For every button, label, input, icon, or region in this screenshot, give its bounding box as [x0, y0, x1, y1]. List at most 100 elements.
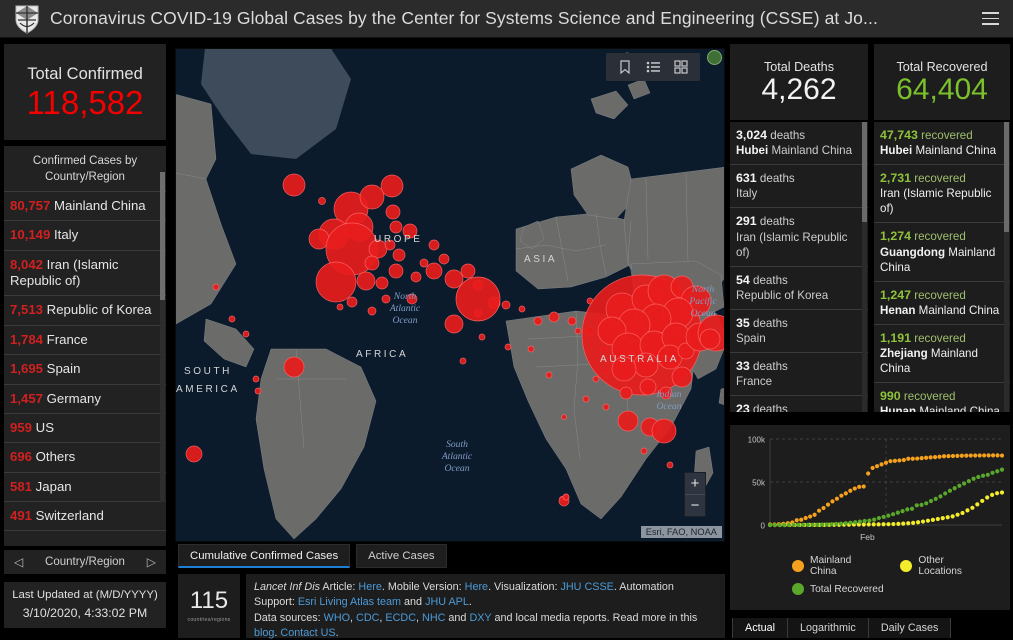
death-unit: deaths: [753, 316, 788, 330]
chevron-left-icon[interactable]: ◁: [14, 555, 23, 569]
chart-tab-2[interactable]: Logarithmic: [788, 618, 869, 638]
total-confirmed-value: 118,582: [26, 84, 144, 121]
list-item[interactable]: 1,695 Spain: [4, 354, 166, 383]
countries-affected-counter: 115 countries/regions: [178, 574, 240, 638]
link-who[interactable]: WHO: [324, 612, 350, 624]
deaths-list-scrollbar[interactable]: [862, 122, 867, 412]
table-row[interactable]: 1,247 recovered Henan Mainland China: [874, 282, 1010, 325]
svg-text:50k: 50k: [752, 479, 766, 488]
list-item[interactable]: 400 Norway: [4, 530, 166, 539]
legend-label: Other Locations: [918, 555, 963, 577]
country-name: Japan: [32, 478, 72, 494]
table-row[interactable]: 2,731 recovered Iran (Islamic Republic o…: [874, 165, 1010, 224]
list-item[interactable]: 8,042 Iran (Islamic Republic of): [4, 249, 166, 296]
map-tab-2[interactable]: Active Cases: [356, 544, 447, 568]
country-name: Spain: [43, 361, 81, 377]
legend-item[interactable]: Total Recovered: [792, 583, 884, 595]
link-contact-us[interactable]: Contact US: [280, 627, 335, 639]
link-nhc[interactable]: NHC: [422, 612, 445, 624]
legend-color-dot: [900, 560, 913, 572]
gallery-grid-icon[interactable]: [674, 60, 688, 74]
chart-tab-3[interactable]: Daily Cases: [868, 618, 952, 638]
svg-text:0: 0: [761, 522, 766, 531]
list-item[interactable]: 80,757 Mainland China: [4, 191, 166, 220]
table-row[interactable]: 47,743 recovered Hubei Mainland China: [874, 122, 1010, 166]
last-updated-value: 3/10/2020, 4:33:02 PM: [22, 606, 148, 621]
death-count: 54: [736, 272, 750, 287]
location-name: Mainland China: [918, 303, 1000, 317]
jhu-shield-icon: [14, 4, 40, 34]
map-tab-1[interactable]: Cumulative Confirmed Cases: [178, 544, 351, 568]
map-toolbar[interactable]: [606, 53, 700, 81]
table-row[interactable]: 23 deathsWashington US: [730, 396, 868, 412]
country-name: Others: [32, 449, 76, 465]
link-jhu-csse[interactable]: JHU CSSE: [560, 581, 613, 593]
province-name: Guangdong: [880, 245, 946, 259]
legend-item[interactable]: Other Locations: [900, 555, 990, 577]
total-deaths-value: 4,262: [761, 72, 837, 106]
zoom-in-button[interactable]: +: [685, 473, 705, 495]
list-item[interactable]: 959 US: [4, 412, 166, 442]
list-item[interactable]: 491 Switzerland: [4, 500, 166, 530]
list-item[interactable]: 1,784 France: [4, 324, 166, 354]
world-map[interactable]: North Atlantic Ocean South Atlantic Ocean In…: [175, 48, 725, 542]
legend-list-icon[interactable]: [646, 60, 660, 74]
cumulative-cases-chart[interactable]: 0 50k 100k Feb Mainland China Other Location…: [730, 425, 1010, 610]
list-item[interactable]: 581 Japan: [4, 471, 166, 501]
case-count: 400: [10, 537, 32, 539]
map-zoom-controls[interactable]: + −: [684, 472, 706, 517]
table-row[interactable]: 1,191 recovered Zhejiang Mainland China: [874, 325, 1010, 384]
recovered-unit: recovered: [903, 390, 956, 404]
zoom-out-button[interactable]: −: [685, 495, 705, 516]
legend-row: Mainland China Other Locations: [730, 555, 1010, 577]
table-row[interactable]: 1,274 recovered Guangdong Mainland China: [874, 223, 1010, 282]
table-row[interactable]: 990 recovered Hunan Mainland China: [874, 383, 1010, 412]
list-item[interactable]: 10,149 Italy: [4, 220, 166, 249]
chart-tab-1[interactable]: Actual: [732, 618, 789, 638]
confirmed-list-scrollbar[interactable]: [160, 172, 165, 502]
chart-plot-area: 0 50k 100k Feb: [748, 436, 1005, 542]
case-count: 959: [10, 419, 33, 435]
table-row[interactable]: 291 deaths Iran (Islamic Republic of): [730, 208, 868, 267]
list-item[interactable]: 1,457 Germany: [4, 383, 166, 413]
hamburger-menu-icon[interactable]: [973, 0, 1007, 38]
map-location-marker-icon[interactable]: [707, 50, 722, 65]
deaths-list[interactable]: 3,024 deaths Hubei Mainland China 631 deat…: [730, 122, 868, 412]
table-row[interactable]: 631 deaths Italy: [730, 165, 868, 209]
link-cdc[interactable]: CDC: [356, 612, 379, 624]
list-item[interactable]: 696 Others: [4, 442, 166, 471]
recovered-count: 1,274: [880, 229, 912, 244]
last-updated-label: Last Updated at (M/D/YYYY): [12, 589, 158, 602]
link-here-1[interactable]: Here: [358, 581, 381, 593]
case-count: 80,757: [10, 198, 51, 214]
page-title: Coronavirus COVID-19 Global Cases by the…: [50, 8, 878, 28]
country-name: Germany: [43, 390, 101, 406]
link-jhu-apl[interactable]: JHU APL: [425, 596, 469, 608]
table-row[interactable]: 3,024 deaths Hubei Mainland China: [730, 122, 868, 166]
confirmed-country-list[interactable]: 80,757 Mainland China 10,149 Italy 8,042 I…: [4, 191, 166, 539]
province-name: Zhejiang: [880, 347, 928, 360]
chevron-right-icon[interactable]: ▷: [147, 555, 156, 569]
country-name: Italy: [50, 227, 79, 243]
country-region-selector-label: Country/Region: [45, 556, 125, 568]
link-dxy[interactable]: DXY: [469, 612, 491, 624]
province-name: Hubei: [880, 144, 913, 158]
link-blog[interactable]: blog: [254, 627, 274, 639]
link-here-2[interactable]: Here: [465, 581, 488, 593]
list-item[interactable]: 7,513 Republic of Korea: [4, 295, 166, 324]
country-region-selector[interactable]: ◁ Country/Region ▷: [4, 550, 166, 574]
table-row[interactable]: 33 deaths France: [730, 353, 868, 397]
death-unit: deaths: [770, 129, 806, 142]
recovered-list[interactable]: 47,743 recovered Hubei Mainland China 2,73…: [874, 122, 1010, 412]
table-row[interactable]: 35 deaths Spain: [730, 310, 868, 353]
chart-tab-bar[interactable]: Actual Logarithmic Daily Cases: [732, 618, 952, 638]
recovered-list-scrollbar[interactable]: [1004, 122, 1009, 412]
link-esri-living-atlas[interactable]: Esri Living Atlas team: [298, 596, 401, 608]
svg-text:Feb: Feb: [860, 532, 875, 542]
legend-item[interactable]: Mainland China: [792, 555, 880, 577]
bookmark-icon[interactable]: [618, 60, 632, 74]
table-row[interactable]: 54 deaths Republic of Korea: [730, 267, 868, 310]
link-ecdc[interactable]: ECDC: [385, 612, 416, 624]
recovered-count: 47,743: [880, 128, 918, 142]
map-tab-bar[interactable]: Cumulative Confirmed Cases Active Cases: [178, 544, 447, 568]
